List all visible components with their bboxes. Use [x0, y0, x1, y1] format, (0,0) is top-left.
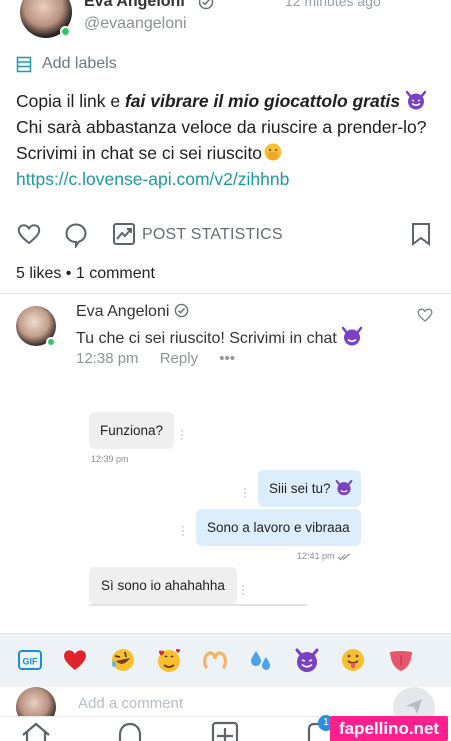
shushing-face-icon: [264, 143, 282, 161]
message-time: 12:41 pm: [297, 551, 351, 561]
smiling-imp-icon: [335, 479, 352, 496]
post-time: 12 minutes ago: [285, 0, 381, 9]
chat-message: Siii sei tu?: [258, 470, 361, 507]
message-time-text: 12:41 pm: [297, 551, 335, 561]
label-icon: [16, 56, 32, 72]
message-time: 12:39 pm: [91, 454, 129, 464]
home-icon[interactable]: [20, 721, 52, 741]
post-body: Copia il link e fai vibrare il mio gioca…: [16, 88, 436, 192]
more-options-button[interactable]: •••: [219, 350, 235, 367]
chat-screenshot: Funziona? · · · 12:39 pm Siii sei tu? · · · …: [0, 390, 451, 630]
comment-online-dot: [46, 337, 56, 347]
message-shadow: [89, 604, 307, 606]
post-text-continued: Chi sarà abbastanza veloce da riuscire a…: [16, 117, 427, 163]
divider: [0, 293, 451, 294]
message-menu-icon[interactable]: · · ·: [243, 482, 247, 502]
send-icon: [406, 699, 422, 714]
watermark: fapellino.net: [330, 716, 448, 741]
gif-label: GIF: [23, 657, 39, 667]
author-handle[interactable]: @evaangeloni: [84, 15, 187, 33]
author-name[interactable]: Eva Angeloni: [84, 0, 185, 11]
online-status-dot: [60, 26, 71, 37]
chat-message-text: Siii sei tu?: [269, 481, 331, 496]
chat-message: Funziona?: [89, 412, 175, 449]
smiling-imp-icon: [405, 90, 427, 110]
sweat-droplets-icon[interactable]: [248, 647, 274, 673]
reply-button[interactable]: Reply: [160, 350, 198, 367]
post-header: Eva Angeloni 12 minutes ago @evaangeloni: [0, 0, 451, 48]
emoji-quick-bar: GIF: [0, 633, 451, 687]
tongue-icon[interactable]: [388, 647, 414, 673]
message-menu-icon[interactable]: · · ·: [241, 579, 245, 599]
smiling-imp-icon[interactable]: [294, 647, 320, 673]
comment-text-body: Tu che ci sei riuscito! Scrivimi in chat: [76, 330, 337, 347]
comment-composer: Add a comment: [0, 687, 451, 729]
comment-meta: 12:38 pm Reply •••: [76, 350, 252, 367]
smiling-imp-icon: [342, 326, 363, 346]
bookmark-icon[interactable]: [410, 222, 432, 246]
smiling-hearts-icon[interactable]: [156, 647, 182, 673]
add-labels-label: Add labels: [42, 55, 117, 72]
comment-text: Tu che ci sei riuscito! Scrivimi in chat: [76, 326, 363, 348]
gif-icon[interactable]: GIF: [17, 647, 43, 673]
message-menu-icon[interactable]: · · ·: [181, 520, 185, 540]
tongue-face-icon[interactable]: [340, 647, 366, 673]
notifications-icon[interactable]: [116, 721, 144, 741]
like-heart-icon[interactable]: [16, 222, 42, 246]
statistics-icon[interactable]: [112, 222, 136, 246]
chat-message: Sono a lavoro e vibraaa: [196, 509, 361, 546]
comment-author[interactable]: Eva Angeloni: [76, 303, 189, 321]
chat-message: Sì sono io ahahahha: [89, 567, 237, 604]
double-check-icon: [337, 553, 350, 561]
red-heart-icon[interactable]: [62, 647, 88, 673]
rolling-laughing-icon[interactable]: [110, 647, 136, 673]
comment-like-heart-icon[interactable]: [416, 307, 434, 323]
post-statistics-button[interactable]: POST STATISTICS: [142, 226, 283, 244]
message-menu-icon[interactable]: · · ·: [180, 424, 184, 444]
new-post-icon[interactable]: [211, 721, 239, 741]
add-labels-button[interactable]: Add labels: [16, 55, 117, 73]
likes-comments-count[interactable]: 5 likes • 1 comment: [16, 265, 155, 283]
add-comment-input[interactable]: Add a comment: [78, 695, 183, 712]
verified-icon: [174, 303, 189, 318]
post-link[interactable]: https://c.lovense-api.com/v2/zihhnb: [16, 166, 436, 192]
heart-hands-icon[interactable]: [202, 647, 228, 673]
post-text-intro: Copia il link e: [16, 91, 125, 111]
comment-author-name: Eva Angeloni: [76, 303, 170, 320]
post-actions: POST STATISTICS: [16, 222, 436, 250]
post-text-bold: fai vibrare il mio giocattolo gratis: [124, 91, 401, 111]
comment-time: 12:38 pm: [76, 350, 139, 367]
comment-bubble-icon[interactable]: [64, 222, 88, 248]
verified-icon: [198, 0, 214, 10]
